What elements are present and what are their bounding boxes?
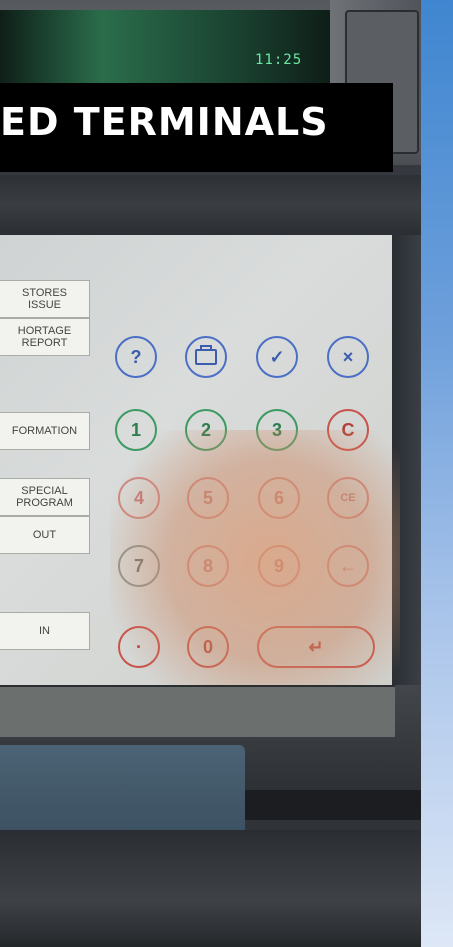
key-2[interactable]: 2 xyxy=(185,409,227,451)
printer-icon xyxy=(195,345,217,365)
card-slot xyxy=(245,790,421,820)
key-3[interactable]: 3 xyxy=(256,409,298,451)
key-5[interactable]: 5 xyxy=(187,477,229,519)
special-program-button[interactable]: SPECIAL PROGRAM xyxy=(0,478,90,516)
clear-entry-key[interactable]: CE xyxy=(327,477,369,519)
enter-key[interactable]: ↵ xyxy=(257,626,375,668)
terminal-photo: 11:25 ED TERMINALS STORES ISSUE HORTAGE … xyxy=(0,0,421,947)
banner-text: ED TERMINALS xyxy=(0,100,329,144)
card-reader-block xyxy=(0,745,245,830)
key-1[interactable]: 1 xyxy=(115,409,157,451)
key-8[interactable]: 8 xyxy=(187,545,229,587)
shortage-report-button[interactable]: HORTAGE REPORT xyxy=(0,318,90,356)
help-key[interactable]: ? xyxy=(115,336,157,378)
out-button[interactable]: OUT xyxy=(0,516,90,554)
panel-rail xyxy=(392,235,421,715)
key-0[interactable]: 0 xyxy=(187,626,229,668)
cancel-key[interactable]: × xyxy=(327,336,369,378)
key-9[interactable]: 9 xyxy=(258,545,300,587)
panel-band xyxy=(0,175,421,235)
information-button[interactable]: FORMATION xyxy=(0,412,90,450)
key-6[interactable]: 6 xyxy=(258,477,300,519)
stores-issue-button[interactable]: STORES ISSUE xyxy=(0,280,90,318)
clear-key[interactable]: C xyxy=(327,409,369,451)
print-key[interactable] xyxy=(185,336,227,378)
confirm-key[interactable]: ✓ xyxy=(256,336,298,378)
in-button[interactable]: IN xyxy=(0,612,90,650)
decimal-key[interactable]: · xyxy=(118,626,160,668)
key-7[interactable]: 7 xyxy=(118,545,160,587)
key-4[interactable]: 4 xyxy=(118,477,160,519)
backspace-key[interactable]: ← xyxy=(327,545,369,587)
blue-sidebar xyxy=(421,0,453,947)
display-time: 11:25 xyxy=(255,52,303,68)
lower-strip xyxy=(0,685,395,737)
terminal-base xyxy=(0,830,421,947)
